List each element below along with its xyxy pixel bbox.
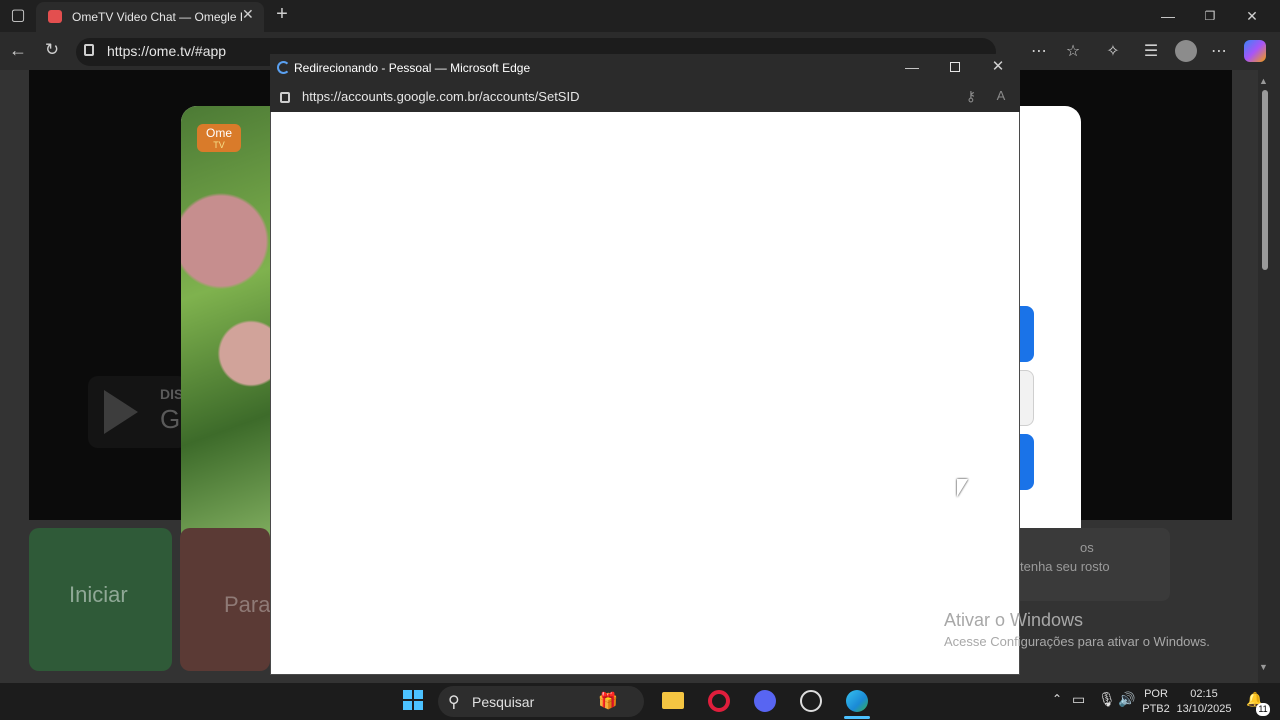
info-text-2: tenha seu rosto — [1020, 559, 1110, 574]
microphone-icon[interactable]: 🎙 — [1098, 691, 1116, 708]
key-icon[interactable]: ⚷ — [960, 82, 982, 110]
store-badge-text-2: G — [160, 404, 181, 434]
new-tab-icon[interactable]: + — [270, 0, 294, 28]
clock[interactable]: 02:15 13/10/2025 — [1172, 687, 1236, 717]
menu-icon[interactable]: ⋯ — [1206, 38, 1232, 66]
tab-actions-icon[interactable]: ▢ — [4, 2, 32, 30]
lock-icon — [84, 44, 94, 56]
search-placeholder: Pesquisar — [472, 694, 535, 710]
info-card: os tenha seu rosto — [1000, 528, 1170, 601]
discord-icon[interactable] — [754, 690, 776, 712]
close-window-icon[interactable]: ✕ — [1240, 2, 1264, 30]
start-label: Iniciar — [69, 582, 128, 607]
search-highlight-icon: 🎁 — [598, 693, 618, 710]
mouse-cursor-icon — [957, 479, 968, 497]
clock-date: 13/10/2025 — [1176, 703, 1232, 715]
browser-tab-bar: ▢ OmeTV Video Chat — Omegle Ra ✕ + — ❐ ✕ — [0, 0, 1280, 32]
clock-time: 02:15 — [1190, 688, 1218, 700]
network-icon[interactable]: ▭ — [1072, 691, 1085, 708]
popup-maximize-icon[interactable] — [950, 62, 960, 72]
popup-lock-icon — [280, 92, 290, 103]
favorite-star-icon[interactable]: ☆ — [1060, 38, 1086, 66]
taskbar-search[interactable]: ⚲ Pesquisar 🎁 — [438, 686, 644, 717]
active-app-indicator — [844, 716, 870, 719]
watermark-title: Ativar o Windows — [944, 610, 1084, 630]
info-text-1: os — [1080, 540, 1094, 555]
tab-title: OmeTV Video Chat — Omegle Ra — [72, 10, 242, 24]
address-url: https://ome.tv/#app — [107, 43, 227, 59]
notification-count-badge: 11 — [1256, 703, 1270, 716]
keyboard-layout: PTB2 — [1142, 703, 1170, 715]
store-badge-text: DIS — [160, 386, 184, 402]
popup-close-icon[interactable]: ✕ — [984, 54, 1012, 80]
windows-start-icon[interactable] — [403, 690, 423, 710]
refresh-icon[interactable]: ↻ — [40, 36, 64, 64]
scroll-down-icon[interactable]: ▼ — [1259, 662, 1271, 672]
popup-address-bar: https://accounts.google.com.br/accounts/… — [270, 82, 1020, 112]
popup-title: Redirecionando - Pessoal — Microsoft Edg… — [294, 61, 531, 75]
modal-photo — [181, 106, 281, 556]
loading-spinner-icon — [277, 61, 290, 74]
minimize-icon[interactable]: — — [1156, 2, 1180, 30]
language-code: POR — [1144, 688, 1168, 700]
volume-icon[interactable]: 🔊 — [1118, 691, 1135, 708]
windows-activation-watermark: Ativar o Windows Acesse Configurações pa… — [944, 610, 1210, 649]
google-play-badge[interactable]: DIS G — [88, 376, 188, 448]
play-store-icon — [104, 390, 138, 434]
edge-icon[interactable] — [846, 690, 868, 712]
favorites-icon[interactable]: ☰ — [1138, 38, 1164, 66]
extensions-more-icon[interactable]: ⋯ — [1026, 38, 1052, 66]
logo-text: Ome — [205, 126, 232, 140]
opera-icon[interactable] — [708, 690, 730, 712]
browser-tab-ometv[interactable]: OmeTV Video Chat — Omegle Ra ✕ — [36, 2, 264, 32]
watermark-subtitle: Acesse Configurações para ativar o Windo… — [944, 634, 1210, 649]
copilot-icon[interactable] — [1244, 40, 1266, 62]
ometv-favicon-icon — [48, 10, 62, 23]
popup-url: https://accounts.google.com.br/accounts/… — [302, 89, 580, 104]
back-icon[interactable]: ← — [6, 36, 30, 64]
start-button[interactable]: Iniciar — [29, 528, 172, 671]
restore-icon[interactable]: ❐ — [1198, 2, 1222, 30]
popup-minimize-icon[interactable]: — — [898, 54, 926, 80]
scroll-up-icon[interactable]: ▲ — [1259, 76, 1271, 86]
search-icon: ⚲ — [448, 694, 460, 711]
read-aloud-icon[interactable]: A — [990, 82, 1012, 110]
language-indicator[interactable]: POR PTB2 — [1142, 687, 1170, 717]
scrollbar-thumb[interactable] — [1262, 90, 1268, 270]
tab-close-icon[interactable]: ✕ — [242, 6, 260, 23]
file-explorer-icon[interactable] — [662, 692, 684, 709]
logo-text-2: TV — [213, 140, 225, 150]
ometv-logo: Ome TV — [197, 124, 241, 152]
stop-button[interactable]: Para — [180, 528, 270, 671]
tray-chevron-icon[interactable]: ⌃ — [1052, 692, 1062, 706]
extensions-icon[interactable]: ✧ — [1100, 38, 1126, 66]
obs-icon[interactable] — [800, 690, 822, 712]
popup-window — [270, 54, 1020, 675]
profile-avatar[interactable] — [1175, 40, 1197, 62]
stop-label: Para — [224, 592, 271, 617]
popup-title-bar[interactable]: Redirecionando - Pessoal — Microsoft Edg… — [270, 54, 1020, 82]
